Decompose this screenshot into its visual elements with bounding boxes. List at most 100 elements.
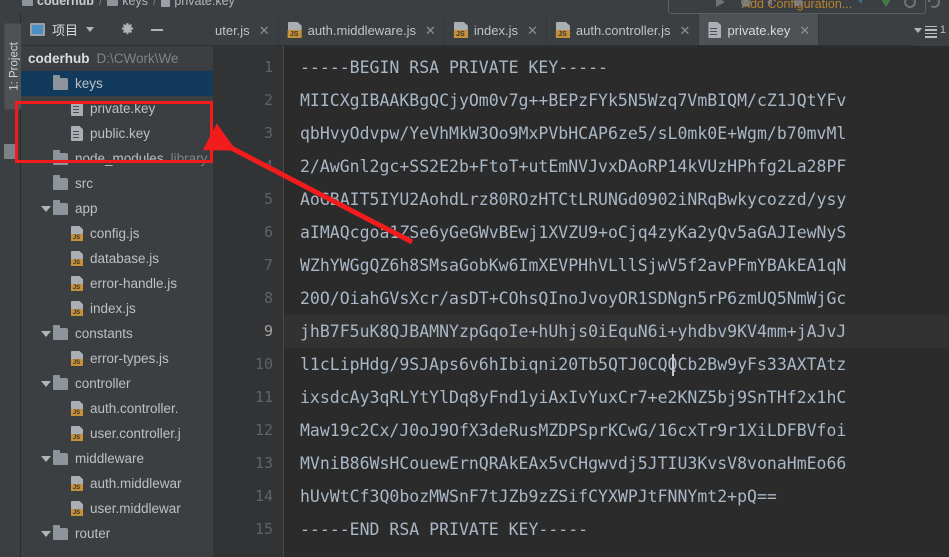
line-number: 6 <box>263 223 273 241</box>
tree-row[interactable]: coderhub D:\CWork\We <box>21 46 213 71</box>
breadcrumb-item[interactable]: private.key <box>161 0 235 8</box>
tree-row[interactable]: auth.controller. <box>21 396 213 421</box>
editor-tab-label: private.key <box>727 22 791 38</box>
chevron-down-icon[interactable] <box>913 27 922 33</box>
tree-row[interactable]: config.js <box>21 221 213 246</box>
line-number: 15 <box>254 520 273 538</box>
tree-row[interactable]: keys <box>21 71 213 96</box>
tree-row[interactable]: user.middlewar <box>21 496 213 521</box>
close-icon[interactable]: ✕ <box>680 24 691 37</box>
code-line[interactable]: jhB7F5uK8QJBAMNYzpGqoIe+hUhjs0iEquN6i+yh… <box>300 315 846 348</box>
run-coverage-icon[interactable] <box>764 0 780 10</box>
line-number: 3 <box>263 124 273 142</box>
code-line[interactable]: ixsdcAy3qRLYtYlDq8yFnd1yiAxIvYuxCr7+e2KN… <box>300 381 846 414</box>
line-number: 13 <box>254 454 273 472</box>
tree-row[interactable]: router <box>21 521 213 546</box>
gear-icon[interactable] <box>120 22 135 37</box>
tab-overflow-count: 1 <box>939 24 946 36</box>
code-line[interactable]: -----BEGIN RSA PRIVATE KEY----- <box>300 51 608 84</box>
minimize-icon[interactable] <box>151 28 164 31</box>
js-file-icon <box>71 276 83 291</box>
tree-row[interactable]: user.controller.j <box>21 421 213 446</box>
tree-row[interactable]: public.key <box>21 121 213 146</box>
code-line[interactable]: MIICXgIBAAKBgQCjyOm0v7g++BEPzFYk5N5Wzq7V… <box>300 84 846 117</box>
breadcrumb-item[interactable]: keys <box>107 0 148 8</box>
tree-row[interactable]: app <box>21 196 213 221</box>
tree-row-label: user.middlewar <box>90 501 181 516</box>
tab-overflow-controls: 1 <box>913 14 949 46</box>
tree-row[interactable]: middleware <box>21 446 213 471</box>
editor-tab[interactable]: auth.controller.js ✕ <box>547 14 700 45</box>
code-line[interactable]: -----END RSA PRIVATE KEY----- <box>300 513 588 546</box>
code-line[interactable]: AoGBAIT5IYU2AohdLrz80ROzHTCtLRUNGd0902iN… <box>300 183 846 216</box>
tree-row-label: node_modules <box>75 151 164 166</box>
chevron-down-icon[interactable] <box>39 530 53 537</box>
chevron-down-icon[interactable] <box>39 330 53 337</box>
vcs-update-icon[interactable] <box>852 0 868 10</box>
js-file-icon <box>71 351 83 366</box>
code-line[interactable]: qbHvyOdvpw/YeVhMkW3Oo9MxPVbHCAP6ze5/sL0m… <box>300 117 846 150</box>
breadcrumb: coderhub / keys / private.key <box>22 0 235 8</box>
file-icon <box>161 0 171 7</box>
vcs-history-icon[interactable] <box>902 0 918 10</box>
code-line[interactable]: Maw19c2Cx/J0oJ9OfX3deRusMZDPSprKCwG/16cx… <box>300 414 846 447</box>
key-file-icon <box>71 126 83 141</box>
close-icon[interactable]: ✕ <box>527 24 538 37</box>
tree-row-label: private.key <box>90 101 156 116</box>
folder-icon <box>53 149 68 165</box>
tree-row-label: src <box>75 176 93 191</box>
code-line[interactable]: aIMAQcgoa1ZSe6yGeGWvBEwj1XVZU9+oCjq4zyKa… <box>300 216 846 249</box>
breadcrumb-item[interactable]: coderhub <box>22 0 94 8</box>
tree-row[interactable]: auth.middlewar <box>21 471 213 496</box>
structure-panel-icon[interactable] <box>4 144 17 159</box>
code-line[interactable]: l1cLipHdg/9SJAps6v6hIbiqni20Tb5QTJ0CQQCb… <box>300 348 846 381</box>
project-tree[interactable]: coderhub D:\CWork\We keys private.key public… <box>21 46 213 557</box>
debug-icon[interactable] <box>738 0 754 10</box>
editor-tab[interactable]: private.key ✕ <box>699 14 820 45</box>
vcs-commit-icon[interactable] <box>878 0 894 10</box>
chevron-down-icon[interactable] <box>86 27 95 32</box>
js-file-icon <box>71 401 83 416</box>
folder-icon <box>107 0 119 6</box>
tree-row[interactable]: private.key <box>21 96 213 121</box>
tree-row-sublabel: library <box>170 151 208 166</box>
js-file-icon <box>71 501 83 516</box>
tree-row-label: constants <box>75 326 133 341</box>
tree-row-label: controller <box>75 376 131 391</box>
tree-row[interactable]: index.js <box>21 296 213 321</box>
close-icon[interactable]: ✕ <box>259 24 270 37</box>
close-icon[interactable]: ✕ <box>425 24 436 37</box>
code-line[interactable]: WZhYWGgQZ6h8SMsaGobKw6ImXEVPHhVLllSjwV5f… <box>300 249 846 282</box>
chevron-down-icon[interactable] <box>39 205 53 212</box>
line-number: 14 <box>254 487 273 505</box>
tree-row[interactable]: constants <box>21 321 213 346</box>
tree-row[interactable]: src <box>21 171 213 196</box>
close-icon[interactable]: ✕ <box>799 24 810 37</box>
run-icon[interactable] <box>712 0 728 10</box>
editor-tab[interactable]: uter.js ✕ <box>213 14 279 45</box>
code-line[interactable]: MVniB86WsHCouewErnQRAkEAx5vCHgwvdj5JTIU3… <box>300 447 846 480</box>
tab-list-icon[interactable] <box>924 25 937 38</box>
tree-row-label: index.js <box>90 301 136 316</box>
tree-row[interactable]: error-types.js <box>21 346 213 371</box>
tree-row[interactable]: error-handle.js <box>21 271 213 296</box>
code-line[interactable]: hUvWtCf3Q0bozMWSnF7tJZb9zZSifCYXWPJtFNNY… <box>300 480 777 513</box>
line-number: 11 <box>254 388 273 406</box>
code-editor[interactable]: 1 2 3 4 5 6 7 8 9 10 11 12 13 14 15 -----BEGIN RSA PRI… <box>213 46 949 557</box>
js-file-icon <box>71 226 83 241</box>
code-line[interactable]: 2/AwGnl2gc+SS2E2b+FtoT+utEmNVJvxDAoRP14k… <box>300 150 846 183</box>
code-line[interactable]: 20O/OiahGVsXcr/asDT+COhsQInoJvoyOR1SDNgn… <box>300 282 846 315</box>
tree-row[interactable]: controller <box>21 371 213 396</box>
stop-icon[interactable] <box>790 0 806 10</box>
editor-tab[interactable]: index.js ✕ <box>445 14 547 45</box>
tree-row[interactable]: node_modules library <box>21 146 213 171</box>
folder-icon <box>53 174 68 190</box>
line-number: 9 <box>263 322 273 340</box>
undo-icon[interactable] <box>926 0 942 10</box>
breadcrumb-label: coderhub <box>37 0 94 8</box>
tree-row-label: router <box>75 526 111 541</box>
tree-row[interactable]: database.js <box>21 246 213 271</box>
editor-tab[interactable]: auth.middleware.js ✕ <box>279 14 445 45</box>
chevron-down-icon[interactable] <box>39 380 53 387</box>
chevron-down-icon[interactable] <box>39 455 53 462</box>
